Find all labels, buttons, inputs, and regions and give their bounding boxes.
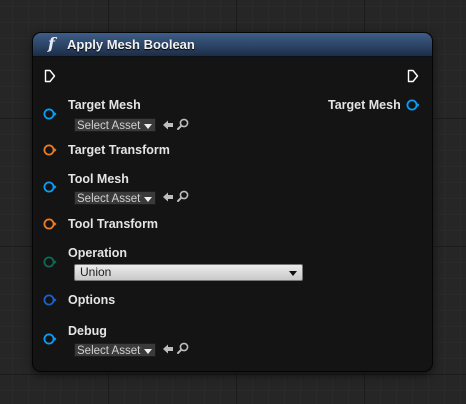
chevron-down-icon [144, 124, 152, 129]
tool-mesh-label: Tool Mesh [68, 172, 129, 186]
debug-asset-picker[interactable]: Select Asset [74, 343, 156, 357]
output-target-mesh-pin[interactable] [406, 98, 420, 112]
target-mesh-pin[interactable] [43, 107, 57, 121]
tool-transform-pin[interactable] [43, 217, 57, 231]
debug-label: Debug [68, 324, 107, 338]
options-pin[interactable] [43, 293, 57, 307]
chevron-down-icon [144, 197, 152, 202]
node-header[interactable]: f Apply Mesh Boolean [33, 33, 432, 57]
target-mesh-asset-value: Select Asset [77, 120, 141, 132]
target-mesh-asset-picker[interactable]: Select Asset [74, 118, 156, 132]
target-mesh-label: Target Mesh [68, 98, 141, 112]
tool-transform-label: Tool Transform [68, 217, 159, 231]
browse-asset-search-icon[interactable] [176, 189, 190, 203]
debug-pin[interactable] [43, 332, 57, 346]
operation-label: Operation [68, 246, 128, 260]
use-selected-asset-icon[interactable] [161, 190, 175, 204]
tool-mesh-asset-value: Select Asset [77, 193, 141, 205]
operation-pin[interactable] [43, 255, 57, 269]
operation-dropdown[interactable]: Union [74, 264, 303, 281]
use-selected-asset-icon[interactable] [161, 118, 175, 132]
function-icon: f [48, 34, 55, 53]
chevron-down-icon [289, 271, 297, 276]
operation-value: Union [80, 265, 112, 279]
target-transform-pin[interactable] [43, 143, 57, 157]
debug-asset-value: Select Asset [77, 345, 141, 357]
output-target-mesh-label: Target Mesh [328, 98, 401, 112]
node-title: Apply Mesh Boolean [67, 37, 195, 52]
tool-mesh-asset-picker[interactable]: Select Asset [74, 191, 156, 205]
options-label: Options [68, 293, 116, 307]
tool-mesh-pin[interactable] [43, 180, 57, 194]
exec-input-pin[interactable] [44, 69, 56, 83]
browse-asset-search-icon[interactable] [176, 341, 190, 355]
chevron-down-icon [144, 349, 152, 354]
target-transform-label: Target Transform [68, 143, 170, 157]
exec-output-pin[interactable] [407, 69, 419, 83]
use-selected-asset-icon[interactable] [161, 342, 175, 356]
browse-asset-search-icon[interactable] [176, 117, 190, 131]
